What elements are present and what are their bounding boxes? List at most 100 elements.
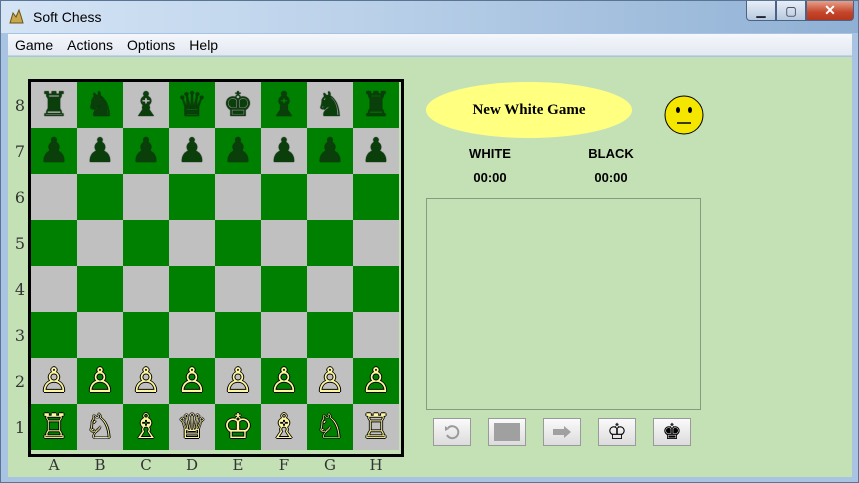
square-f4[interactable] [261,266,307,312]
square-b7[interactable]: ♟ [77,128,123,174]
chess-piece[interactable]: ♙ [177,364,207,398]
square-h1[interactable]: ♖ [353,404,399,450]
square-a3[interactable] [31,312,77,358]
square-a2[interactable]: ♙ [31,358,77,404]
move-list[interactable] [426,198,701,410]
square-f8[interactable]: ♝ [261,82,307,128]
square-h5[interactable] [353,220,399,266]
square-f2[interactable]: ♙ [261,358,307,404]
square-e2[interactable]: ♙ [215,358,261,404]
chess-piece[interactable]: ♘ [85,410,115,444]
title-bar[interactable]: Soft Chess ▁ ▢ ✕ [1,1,858,33]
square-h6[interactable] [353,174,399,220]
chess-piece[interactable]: ♖ [39,410,69,444]
square-f7[interactable]: ♟ [261,128,307,174]
square-a8[interactable]: ♜ [31,82,77,128]
menu-game[interactable]: Game [8,37,60,53]
square-h8[interactable]: ♜ [353,82,399,128]
chess-piece[interactable]: ♙ [269,364,299,398]
square-d1[interactable]: ♕ [169,404,215,450]
chess-piece[interactable]: ♙ [131,364,161,398]
square-c1[interactable]: ♗ [123,404,169,450]
square-g1[interactable]: ♘ [307,404,353,450]
square-c4[interactable] [123,266,169,312]
chess-piece[interactable]: ♗ [269,410,299,444]
menu-options[interactable]: Options [120,37,182,53]
square-d6[interactable] [169,174,215,220]
menu-actions[interactable]: Actions [60,37,120,53]
chess-piece[interactable]: ♗ [131,410,161,444]
chess-piece[interactable]: ♙ [315,364,345,398]
square-g5[interactable] [307,220,353,266]
square-c5[interactable] [123,220,169,266]
square-c8[interactable]: ♝ [123,82,169,128]
chess-piece[interactable]: ♕ [177,410,207,444]
chess-piece[interactable]: ♟ [131,134,161,168]
undo-button[interactable] [433,418,471,446]
square-f3[interactable] [261,312,307,358]
square-g2[interactable]: ♙ [307,358,353,404]
square-b6[interactable] [77,174,123,220]
square-h4[interactable] [353,266,399,312]
chess-piece[interactable]: ♘ [315,410,345,444]
square-e4[interactable] [215,266,261,312]
chess-piece[interactable]: ♞ [85,88,115,122]
square-d7[interactable]: ♟ [169,128,215,174]
minimize-button[interactable]: ▁ [746,1,776,21]
chess-piece[interactable]: ♝ [269,88,299,122]
square-g4[interactable] [307,266,353,312]
square-b2[interactable]: ♙ [77,358,123,404]
square-h2[interactable]: ♙ [353,358,399,404]
chess-piece[interactable]: ♟ [85,134,115,168]
square-a1[interactable]: ♖ [31,404,77,450]
play-black-button[interactable]: ♚ [653,418,691,446]
square-e5[interactable] [215,220,261,266]
square-e8[interactable]: ♚ [215,82,261,128]
square-c2[interactable]: ♙ [123,358,169,404]
square-b3[interactable] [77,312,123,358]
square-g8[interactable]: ♞ [307,82,353,128]
square-e3[interactable] [215,312,261,358]
square-d5[interactable] [169,220,215,266]
square-f1[interactable]: ♗ [261,404,307,450]
chess-piece[interactable]: ♟ [361,134,391,168]
play-white-button[interactable]: ♔ [598,418,636,446]
chess-piece[interactable]: ♟ [315,134,345,168]
chess-piece[interactable]: ♙ [39,364,69,398]
square-a5[interactable] [31,220,77,266]
square-d3[interactable] [169,312,215,358]
square-a6[interactable] [31,174,77,220]
square-g3[interactable] [307,312,353,358]
menu-help[interactable]: Help [182,37,225,53]
chess-piece[interactable]: ♝ [131,88,161,122]
square-b4[interactable] [77,266,123,312]
square-f5[interactable] [261,220,307,266]
square-g6[interactable] [307,174,353,220]
square-a4[interactable] [31,266,77,312]
stop-button[interactable] [488,418,526,446]
square-b5[interactable] [77,220,123,266]
square-b1[interactable]: ♘ [77,404,123,450]
square-h3[interactable] [353,312,399,358]
square-b8[interactable]: ♞ [77,82,123,128]
square-h7[interactable]: ♟ [353,128,399,174]
square-d2[interactable]: ♙ [169,358,215,404]
square-f6[interactable] [261,174,307,220]
square-g7[interactable]: ♟ [307,128,353,174]
chess-piece[interactable]: ♔ [223,410,253,444]
square-e6[interactable] [215,174,261,220]
close-button[interactable]: ✕ [806,1,854,21]
square-c6[interactable] [123,174,169,220]
chess-piece[interactable]: ♙ [361,364,391,398]
chess-piece[interactable]: ♖ [361,410,391,444]
square-e1[interactable]: ♔ [215,404,261,450]
chess-piece[interactable]: ♟ [223,134,253,168]
square-c3[interactable] [123,312,169,358]
chess-piece[interactable]: ♟ [269,134,299,168]
chess-piece[interactable]: ♜ [39,88,69,122]
chess-piece[interactable]: ♚ [223,88,253,122]
square-d8[interactable]: ♛ [169,82,215,128]
chess-piece[interactable]: ♟ [177,134,207,168]
chess-piece[interactable]: ♛ [177,88,207,122]
square-a7[interactable]: ♟ [31,128,77,174]
